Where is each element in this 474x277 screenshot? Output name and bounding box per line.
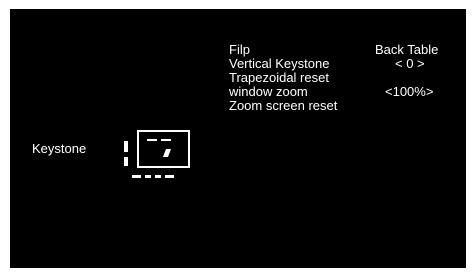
menu-item-value: < 0 >: [395, 56, 425, 71]
menu-item-flip[interactable]: Filp Back Table: [229, 43, 453, 57]
menu-item-label: Trapezoidal reset: [229, 70, 329, 85]
category-label: Keystone: [32, 141, 87, 156]
menu-item-label: Zoom screen reset: [229, 98, 338, 113]
keystone-menu: Filp Back Table Vertical Keystone < 0 > …: [229, 43, 453, 113]
menu-item-label: Filp: [229, 42, 250, 57]
menu-item-value: Back Table: [375, 42, 439, 57]
keystone-trapezoid-icon: [121, 129, 191, 186]
menu-item-zoom-screen-reset[interactable]: Zoom screen reset: [229, 99, 453, 113]
menu-item-label: Vertical Keystone: [229, 56, 330, 71]
menu-item-label: window zoom: [229, 84, 308, 99]
menu-item-window-zoom[interactable]: window zoom <100%>: [229, 85, 453, 99]
menu-item-value: <100%>: [385, 84, 434, 99]
menu-item-vertical-keystone[interactable]: Vertical Keystone < 0 >: [229, 57, 453, 71]
osd-screen: Keystone Filp Back Table Vertical Keysto…: [10, 9, 466, 268]
menu-item-trapezoidal-reset[interactable]: Trapezoidal reset: [229, 71, 453, 85]
